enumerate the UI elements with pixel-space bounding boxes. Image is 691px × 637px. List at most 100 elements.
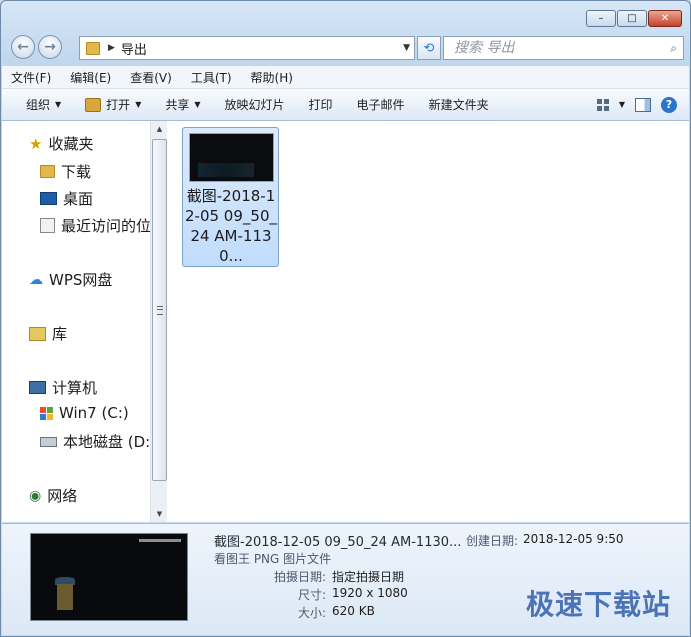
minimize-button[interactable]: – (586, 10, 616, 27)
scroll-up-icon[interactable]: ▲ (151, 121, 168, 137)
recent-places-icon (40, 218, 55, 233)
command-bar: 组织 ▼ 打开 ▼ 共享 ▼ 放映幻灯片 打印 电子邮件 新建文件夹 ▼ ? (2, 89, 689, 121)
chevron-down-icon: ▼ (194, 100, 201, 109)
sidebar-item-drive-c[interactable]: Win7 (C:) (40, 404, 129, 422)
print-button[interactable]: 打印 (297, 96, 345, 113)
file-size-value: 620 KB (332, 604, 375, 618)
forward-arrow-icon: → (44, 39, 56, 55)
thumbnail-figure (57, 584, 73, 610)
navigation-pane: ★ 收藏夹 下载 桌面 最近访问的位 ☁ WPS网盘 库 计算机 Win7 (C:) (2, 121, 150, 522)
grip-icon (157, 306, 163, 315)
search-input[interactable] (452, 39, 656, 57)
caption-buttons: – □ ✕ (586, 10, 682, 27)
folder-icon (40, 165, 55, 178)
back-arrow-icon: ← (17, 39, 29, 55)
site-watermark: 极速下载站 (525, 588, 671, 621)
help-icon[interactable]: ? (661, 96, 677, 113)
sidebar-item-drive-d[interactable]: 本地磁盘 (D: (40, 431, 150, 452)
search-box[interactable]: ⌕ (443, 36, 684, 60)
menu-help[interactable]: 帮助(H) (242, 69, 303, 86)
sidebar-label: 最近访问的位 (61, 217, 150, 235)
created-date-value: 2018-12-05 9:50 (523, 532, 624, 546)
sidebar-label: Win7 (C:) (59, 404, 129, 422)
chevron-down-icon: ▼ (55, 100, 62, 109)
new-folder-button[interactable]: 新建文件夹 (417, 96, 501, 113)
sidebar-label: WPS网盘 (49, 271, 113, 289)
organize-label: 组织 (26, 98, 51, 112)
sidebar-item-favorites[interactable]: ★ 收藏夹 (29, 133, 93, 154)
breadcrumb-current[interactable]: 导出 (121, 39, 147, 58)
open-with-icon (85, 97, 102, 112)
search-icon[interactable]: ⌕ (670, 41, 677, 56)
network-icon: ◉ (29, 487, 42, 504)
created-date-label: 创建日期: (466, 534, 519, 548)
desktop-icon (40, 192, 57, 205)
explorer-window: – □ ✕ ← → ▶ 导出 ▼ ⟲ ⌕ 文件(F) 编辑(E) 查看(V) 工… (0, 0, 691, 637)
content-area: ★ 收藏夹 下载 桌面 最近访问的位 ☁ WPS网盘 库 计算机 Win7 (C:) (2, 121, 689, 522)
computer-icon (29, 381, 46, 394)
sidebar-item-library[interactable]: 库 (29, 323, 67, 344)
dimensions-value: 1920 x 1080 (332, 586, 408, 600)
sidebar-item-recent[interactable]: 最近访问的位 (40, 215, 150, 236)
windows-drive-icon (40, 406, 53, 420)
shot-date-label: 拍摄日期: (274, 570, 327, 584)
library-icon (29, 326, 46, 341)
sidebar-label: 网络 (47, 487, 78, 505)
preview-pane-icon[interactable] (635, 97, 651, 112)
email-label: 电子邮件 (356, 98, 405, 112)
print-label: 打印 (308, 98, 333, 112)
path-separator-icon[interactable]: ▶ (108, 43, 115, 53)
address-dropdown-icon[interactable]: ▼ (403, 43, 410, 53)
file-name: 截图-2018-12-05 09_50_24 AM-1130... (185, 187, 277, 265)
menu-view[interactable]: 查看(V) (121, 69, 182, 86)
nav-pane-scrollbar[interactable]: ▲ ▼ (150, 121, 167, 522)
sidebar-label: 下载 (61, 163, 92, 181)
details-filetype: 看图王 PNG 图片文件 (214, 552, 332, 566)
forward-button[interactable]: → (38, 35, 62, 59)
sidebar-item-network[interactable]: ◉ 网络 (29, 485, 77, 506)
details-filename: 截图-2018-12-05 09_50_24 AM-1130... (214, 535, 462, 550)
hard-drive-icon (40, 436, 57, 447)
dimensions-label: 尺寸: (298, 588, 327, 602)
scroll-down-icon[interactable]: ▼ (151, 506, 168, 522)
details-pane: 截图-2018-12-05 09_50_24 AM-1130... 看图王 PN… (2, 523, 689, 635)
email-button[interactable]: 电子邮件 (345, 96, 417, 113)
sidebar-item-computer[interactable]: 计算机 (29, 377, 97, 398)
file-size-label: 大小: (298, 606, 327, 620)
menu-file[interactable]: 文件(F) (2, 69, 61, 86)
back-button[interactable]: ← (11, 35, 35, 59)
navigation-row: ← → ▶ 导出 ▼ ⟲ ⌕ (9, 33, 684, 61)
open-label: 打开 (106, 98, 131, 112)
view-options-chevron-icon[interactable]: ▼ (619, 100, 625, 109)
change-view-icon[interactable] (596, 98, 609, 111)
file-list: 截图-2018-12-05 09_50_24 AM-1130... (168, 121, 689, 522)
sidebar-item-desktop[interactable]: 桌面 (40, 188, 93, 209)
new-folder-label: 新建文件夹 (428, 98, 489, 112)
sidebar-item-wps[interactable]: ☁ WPS网盘 (29, 269, 112, 290)
sidebar-item-downloads[interactable]: 下载 (40, 161, 91, 182)
slideshow-button[interactable]: 放映幻灯片 (213, 96, 297, 113)
sidebar-label: 收藏夹 (48, 135, 94, 153)
share-button[interactable]: 共享 ▼ (153, 96, 212, 113)
refresh-button[interactable]: ⟲ (417, 36, 441, 60)
close-button[interactable]: ✕ (648, 10, 682, 27)
file-item[interactable]: 截图-2018-12-05 09_50_24 AM-1130... (182, 127, 279, 267)
star-icon: ★ (29, 134, 43, 153)
sidebar-label: 本地磁盘 (D: (63, 433, 150, 451)
menu-tools[interactable]: 工具(T) (182, 69, 242, 86)
shot-date-value[interactable]: 指定拍摄日期 (332, 568, 404, 585)
chevron-down-icon: ▼ (135, 100, 142, 109)
organize-button[interactable]: 组织 ▼ (2, 96, 73, 113)
address-bar[interactable]: ▶ 导出 ▼ (79, 36, 415, 60)
maximize-button[interactable]: □ (617, 10, 647, 27)
file-thumbnail (189, 133, 274, 182)
sidebar-label: 计算机 (52, 379, 98, 397)
folder-icon (86, 41, 100, 55)
open-button[interactable]: 打开 ▼ (73, 96, 153, 113)
share-label: 共享 (165, 98, 190, 112)
refresh-icon: ⟲ (423, 40, 435, 56)
menu-edit[interactable]: 编辑(E) (61, 69, 121, 86)
menu-bar: 文件(F) 编辑(E) 查看(V) 工具(T) 帮助(H) (2, 66, 689, 89)
scrollbar-thumb[interactable] (152, 139, 167, 481)
slideshow-label: 放映幻灯片 (224, 98, 285, 112)
